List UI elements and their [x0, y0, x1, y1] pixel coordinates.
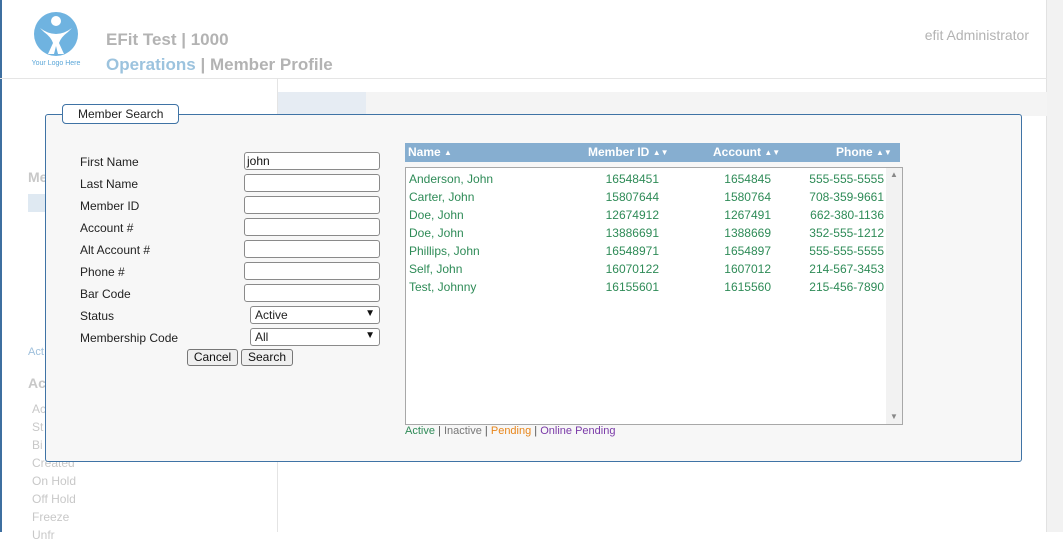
result-row[interactable]: Doe, John 12674912 1267491 662-380-1136 [406, 206, 884, 224]
cancel-button[interactable]: Cancel [187, 349, 238, 366]
app-title: EFit Test | 1000 [106, 30, 229, 49]
account-input[interactable] [244, 218, 380, 236]
results-scrollbar[interactable]: ▲ ▼ [886, 168, 902, 424]
logo: Your Logo Here [28, 10, 84, 70]
scroll-down-icon[interactable]: ▼ [890, 412, 898, 421]
legend-online-pending: Online Pending [540, 425, 616, 437]
sort-icon: ▲▼ [652, 148, 669, 157]
breadcrumb-operations[interactable]: Operations [106, 55, 196, 74]
member-search-dialog: Member Search First Name john Last Name … [45, 104, 1022, 462]
sidebar-item[interactable]: Off Hold [32, 492, 76, 506]
logo-icon [34, 12, 78, 56]
result-row[interactable]: Doe, John 13886691 1388669 352-555-1212 [406, 224, 884, 242]
legend-separator: | [531, 425, 541, 437]
sidebar-heading: Ac [28, 375, 46, 391]
scroll-up-icon[interactable]: ▲ [890, 170, 898, 179]
legend-active: Active [405, 425, 435, 437]
column-header-phone[interactable]: Phone ▲▼ [836, 145, 892, 159]
account-label: Account # [80, 221, 134, 235]
membership-code-value: All [255, 330, 269, 344]
last-name-label: Last Name [80, 177, 139, 191]
search-button[interactable]: Search [241, 349, 293, 366]
sidebar-item[interactable]: Unfr [32, 528, 55, 542]
user-name[interactable]: efit Administrator [925, 27, 1029, 43]
first-name-input[interactable]: john [244, 152, 380, 170]
profile-tabs [278, 92, 1047, 116]
form-row-member-id: Member ID [80, 196, 380, 216]
dialog-title: Member Search [62, 104, 180, 124]
status-value: Active [255, 308, 288, 322]
breadcrumb-separator: | [195, 55, 210, 74]
result-row[interactable]: Phillips, John 16548971 1654897 555-555-555… [406, 242, 884, 260]
result-row[interactable]: Anderson, John 16548451 1654845 555-555-555… [406, 170, 884, 188]
chevron-down-icon: ▼ [365, 330, 375, 341]
membership-code-label: Membership Code [80, 331, 179, 345]
bar-code-input[interactable] [244, 284, 380, 302]
result-row[interactable]: Self, John 16070122 1607012 214-567-3453 [406, 260, 884, 278]
alt-account-input[interactable] [244, 240, 380, 258]
results-list: Anderson, John 16548451 1654845 555-555-555… [405, 167, 903, 425]
page-scrollbar[interactable] [1046, 0, 1063, 532]
membership-code-select[interactable]: All ▼ [250, 328, 380, 346]
alt-account-label: Alt Account # [80, 243, 151, 257]
status-legend: Active | Inactive | Pending | Online Pen… [405, 425, 615, 437]
sidebar-link[interactable]: Act [28, 346, 44, 358]
sort-icon: ▲▼ [764, 148, 781, 157]
column-header-account[interactable]: Account ▲▼ [713, 145, 780, 159]
form-row-membership-code: Membership Code All ▼ [80, 328, 380, 348]
result-row[interactable]: Carter, John 15807644 1580764 708-359-9661 [406, 188, 884, 206]
form-row-last-name: Last Name [80, 174, 380, 194]
form-row-status: Status Active ▼ [80, 306, 380, 326]
sidebar-item[interactable]: Freeze [32, 510, 69, 524]
page-left-border [0, 0, 2, 532]
legend-pending: Pending [490, 425, 532, 437]
sidebar-item[interactable]: Bi [32, 438, 43, 452]
sort-asc-icon: ▲ [444, 148, 452, 157]
member-id-label: Member ID [80, 199, 140, 213]
form-row-account: Account # [80, 218, 380, 238]
sidebar-item[interactable]: St [32, 420, 43, 434]
phone-input[interactable] [244, 262, 380, 280]
status-label: Status [80, 309, 115, 323]
results-header: Name ▲ Member ID ▲▼ Account ▲▼ Phone ▲▼ [405, 143, 900, 162]
legend-separator: | [481, 425, 491, 437]
page-breadcrumb: Operations | Member Profile [106, 55, 333, 75]
form-row-first-name: First Name john [80, 152, 380, 172]
legend-inactive: Inactive [443, 425, 482, 437]
form-row-phone: Phone # [80, 262, 380, 282]
chevron-down-icon: ▼ [365, 308, 375, 319]
member-id-input[interactable] [244, 196, 380, 214]
phone-label: Phone # [80, 265, 125, 279]
last-name-input[interactable] [244, 174, 380, 192]
result-row[interactable]: Test, Johnny 16155601 1615560 215-456-7890 [406, 278, 884, 296]
status-select[interactable]: Active ▼ [250, 306, 380, 324]
form-row-bar-code: Bar Code [80, 284, 380, 304]
page-title: Member Profile [209, 55, 333, 74]
sidebar-item[interactable]: Ac [32, 402, 46, 416]
first-name-label: First Name [80, 155, 139, 169]
sort-icon: ▲▼ [876, 148, 892, 157]
column-header-member-id[interactable]: Member ID ▲▼ [588, 145, 669, 159]
sidebar-item[interactable]: On Hold [32, 474, 76, 488]
active-tab[interactable] [278, 92, 366, 116]
column-header-name[interactable]: Name ▲ [408, 145, 452, 159]
page-header: Your Logo Here EFit Test | 1000 Operatio… [0, 0, 1047, 79]
form-row-alt-account: Alt Account # [80, 240, 380, 260]
bar-code-label: Bar Code [80, 287, 131, 301]
logo-text: Your Logo Here [31, 60, 81, 67]
legend-separator: | [434, 425, 444, 437]
